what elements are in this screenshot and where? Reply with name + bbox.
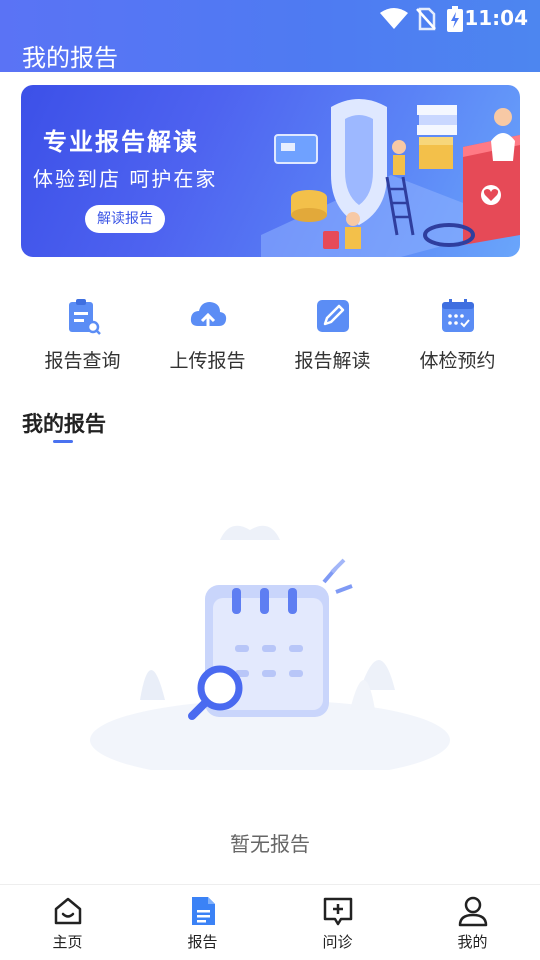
tab-mine[interactable]: 我的 [405, 885, 540, 960]
promo-banner[interactable]: 专业报告解读 体验到店 呵护在家 解读报告 [21, 85, 520, 257]
bottom-tab-bar: 主页 报告 问诊 我的 [0, 884, 540, 960]
quick-report-interpretation[interactable]: 报告解读 [270, 290, 395, 373]
report-doc-icon [191, 897, 215, 925]
cloud-upload-icon [190, 302, 226, 332]
battery-charging-icon [447, 6, 463, 32]
report-search-icon [68, 299, 101, 335]
section-title: 我的报告 [22, 412, 106, 436]
banner-title: 专业报告解读 [43, 128, 199, 156]
banner-illustration [261, 99, 520, 257]
quick-checkup-booking[interactable]: 体检预约 [395, 290, 520, 373]
edit-note-icon [316, 300, 349, 332]
quick-checkup-booking-label: 体检预约 [419, 350, 496, 372]
tab-consult[interactable]: 问诊 [270, 885, 405, 960]
tab-mine-label: 我的 [457, 933, 488, 951]
tab-home-label: 主页 [52, 933, 83, 951]
profile-icon [458, 896, 487, 927]
empty-state-illustration [90, 525, 450, 770]
tab-consult-label: 问诊 [322, 933, 353, 951]
quick-actions: 报告查询 上传报告 报告解读 体检预约 [0, 290, 540, 380]
no-sim-icon [416, 7, 436, 31]
banner-read-report-button[interactable]: 解读报告 [85, 205, 165, 233]
page-title: 我的报告 [22, 44, 118, 72]
tab-report[interactable]: 报告 [135, 885, 270, 960]
banner-subtitle: 体验到店 呵护在家 [33, 167, 218, 191]
home-icon [54, 897, 81, 925]
consult-icon [323, 897, 352, 926]
calendar-icon [441, 299, 474, 332]
quick-upload-report-label: 上传报告 [169, 350, 246, 372]
quick-report-search[interactable]: 报告查询 [20, 290, 145, 373]
quick-upload-report[interactable]: 上传报告 [145, 290, 270, 373]
tab-report-label: 报告 [187, 933, 218, 951]
tab-home[interactable]: 主页 [0, 885, 135, 960]
empty-state-text: 暂无报告 [230, 832, 310, 856]
status-bar: 11:04 [0, 0, 540, 36]
wifi-icon [380, 8, 408, 29]
status-time: 11:04 [464, 6, 528, 30]
quick-report-search-label: 报告查询 [44, 350, 121, 372]
section-title-underline [53, 440, 73, 443]
quick-report-interpretation-label: 报告解读 [294, 350, 371, 372]
app-header: 11:04 我的报告 [0, 0, 540, 72]
